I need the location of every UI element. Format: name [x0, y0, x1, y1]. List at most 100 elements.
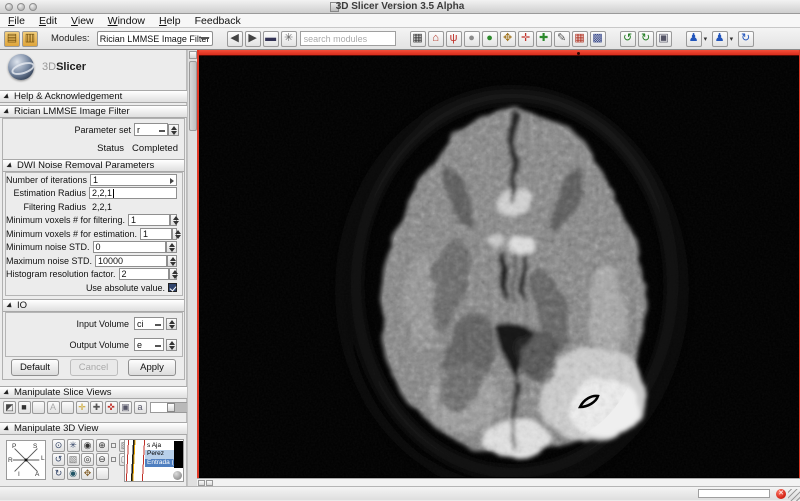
rotate-view-icon[interactable]: ● — [464, 31, 480, 47]
scene-refresh-icon[interactable]: ↻ — [738, 31, 754, 47]
screen-capture-icon-dropdown[interactable]: ▾ — [704, 35, 710, 43]
minimum-voxels-for-filtering-spinner[interactable] — [170, 214, 177, 226]
apply-button[interactable]: Apply — [128, 359, 176, 376]
bounding-box-icon[interactable]: ▧ — [67, 453, 80, 466]
mini-checkbox[interactable] — [111, 457, 116, 462]
layout-icon[interactable]: ▦ — [410, 31, 426, 47]
manipulate-3d-view-header[interactable]: Manipulate 3D View — [0, 422, 187, 435]
spin-view-icon[interactable]: ✳ — [67, 439, 80, 452]
output-volume-spinner[interactable] — [166, 339, 177, 351]
minimum-noise-std-spinner[interactable] — [166, 241, 177, 253]
estimation-radius-input[interactable]: 2,2,1 — [89, 187, 177, 199]
zoom-in-icon[interactable]: ⊕ — [96, 439, 109, 452]
minimum-noise-std-input[interactable]: 0 — [93, 241, 167, 253]
minimum-voxels-for-estimation-input[interactable]: 1 — [140, 228, 172, 240]
pick-icon[interactable]: ● — [482, 31, 498, 47]
zoom-out-icon[interactable]: ⊖ — [96, 453, 109, 466]
parameter-set-combobox[interactable]: r — [134, 123, 168, 136]
mrml-tree-icon[interactable]: ψ — [446, 31, 462, 47]
menu-help[interactable]: Help — [159, 15, 181, 27]
save-scene-icon[interactable]: ▥ — [22, 31, 38, 47]
module-history-icon[interactable]: ▬ — [263, 31, 279, 47]
number-of-iterations-input[interactable]: 1 — [90, 174, 177, 186]
manipulate-slice-views-header[interactable]: Manipulate Slice Views — [0, 386, 187, 399]
module-back-icon[interactable]: ◀ — [227, 31, 243, 47]
input-volume-spinner[interactable] — [166, 318, 177, 330]
orientation-axes-widget[interactable]: P S R L I A — [6, 440, 46, 480]
compositing-icon[interactable] — [61, 401, 74, 414]
maximum-noise-std-spinner[interactable] — [167, 255, 177, 267]
layer-copy-icon[interactable]: ▣ — [119, 401, 132, 414]
scrollbar-thumb[interactable] — [189, 61, 197, 131]
parameter-set-spinner[interactable] — [168, 124, 179, 136]
search-modules-input[interactable] — [300, 31, 396, 46]
save-snapshot-icon[interactable]: ▣ — [656, 31, 672, 47]
module-section-header[interactable]: Rician LMMSE Image Filter — [0, 105, 187, 118]
minimum-voxels-for-filtering-input[interactable]: 1 — [128, 214, 170, 226]
panel-scrollbar[interactable] — [187, 50, 197, 486]
menu-feedback[interactable]: Feedback — [195, 15, 241, 27]
grid-icon[interactable]: ✚ — [90, 401, 103, 414]
input-volume-combobox[interactable]: ci — [134, 317, 164, 330]
slice-link-icon[interactable]: ✜ — [105, 401, 118, 414]
scene-snapshot-icon-dropdown[interactable]: ▾ — [730, 35, 736, 43]
home-icon[interactable]: ⌂ — [428, 31, 444, 47]
minimum-voxels-for-estimation-spinner[interactable] — [172, 228, 177, 240]
label-opacity-icon[interactable]: ■ — [18, 401, 31, 414]
transform-view-icon[interactable]: ✥ — [500, 31, 516, 47]
maximum-noise-std-input[interactable]: 10000 — [95, 255, 167, 267]
screen-capture-icon[interactable]: ♟ — [686, 31, 702, 47]
scrollbar-left-button[interactable] — [198, 480, 205, 486]
field-label: Histogram resolution factor. — [6, 269, 116, 279]
colors-icon[interactable]: ▩ — [590, 31, 606, 47]
crosshair-icon[interactable]: ✛ — [76, 401, 89, 414]
undo-icon[interactable]: ↺ — [620, 31, 636, 47]
visibility-toggle-icon[interactable]: ◩ — [3, 401, 16, 414]
scrollbar-right-button[interactable] — [206, 480, 213, 486]
slice-controller-pin-icon[interactable] — [577, 52, 580, 55]
stereo-icon[interactable] — [96, 467, 109, 480]
visibility-eye-icon[interactable]: ◉ — [67, 467, 80, 480]
dwi-parameters-header[interactable]: DWI Noise Removal Parameters — [3, 159, 184, 172]
slider-knob[interactable] — [167, 403, 175, 412]
label-outline-icon[interactable]: a — [134, 401, 147, 414]
mini-checkbox[interactable] — [111, 443, 116, 448]
menu-file[interactable]: File — [8, 15, 25, 27]
scene-snapshot-icon[interactable]: ♟ — [712, 31, 728, 47]
menu-edit[interactable]: Edit — [39, 15, 57, 27]
pin-icon[interactable]: ⊙ — [52, 439, 65, 452]
histogram-resolution-factor-input[interactable]: 2 — [119, 268, 170, 280]
menu-view[interactable]: View — [71, 15, 94, 27]
collapse-triangle-icon — [7, 162, 14, 169]
module-forward-icon[interactable]: ▶ — [245, 31, 261, 47]
error-log-button[interactable]: ✕ — [776, 489, 786, 499]
annotation-icon[interactable]: A — [47, 401, 60, 414]
navigation-preview-thumbnail[interactable]: s AjaPerezEntrada (321 — [124, 439, 184, 482]
menu-window[interactable]: Window — [108, 15, 145, 27]
filtering-radius-value[interactable]: 2,2,1 — [89, 202, 177, 212]
viewport-scrollbar[interactable] — [197, 478, 800, 486]
record-camera-icon[interactable]: ◎ — [81, 453, 94, 466]
pan-hand-icon[interactable]: ✥ — [81, 467, 94, 480]
scrollbar-up-button[interactable] — [189, 51, 197, 59]
module-refresh-icon[interactable]: ✳ — [281, 31, 297, 47]
interpolation-icon[interactable] — [32, 401, 45, 414]
default-button[interactable]: Default — [11, 359, 59, 376]
screenshot-camera-icon[interactable]: ◉ — [81, 439, 94, 452]
help-acknowledgement-header[interactable]: Help & Acknowledgement — [0, 90, 187, 103]
io-header[interactable]: IO — [3, 299, 184, 312]
tilt-camera-icon[interactable]: ↻ — [52, 467, 65, 480]
edit-fiducial-icon[interactable]: ✚ — [536, 31, 552, 47]
place-fiducial-icon[interactable]: ✛ — [518, 31, 534, 47]
red-slice-viewport[interactable] — [197, 50, 800, 478]
output-volume-combobox[interactable]: e — [134, 338, 164, 351]
rotate-camera-icon[interactable]: ↺ — [52, 453, 65, 466]
histogram-resolution-factor-spinner[interactable] — [169, 268, 177, 280]
use-absolute-value-checkbox[interactable] — [168, 283, 177, 292]
modules-combobox[interactable]: Rician LMMSE Image Filter — [97, 31, 213, 46]
load-scene-icon[interactable]: ▤ — [4, 31, 20, 47]
redo-icon[interactable]: ↻ — [638, 31, 654, 47]
spreadsheet-icon[interactable]: ▦ — [572, 31, 588, 47]
measure-icon[interactable]: ✎ — [554, 31, 570, 47]
window-resize-grip[interactable] — [788, 489, 800, 501]
